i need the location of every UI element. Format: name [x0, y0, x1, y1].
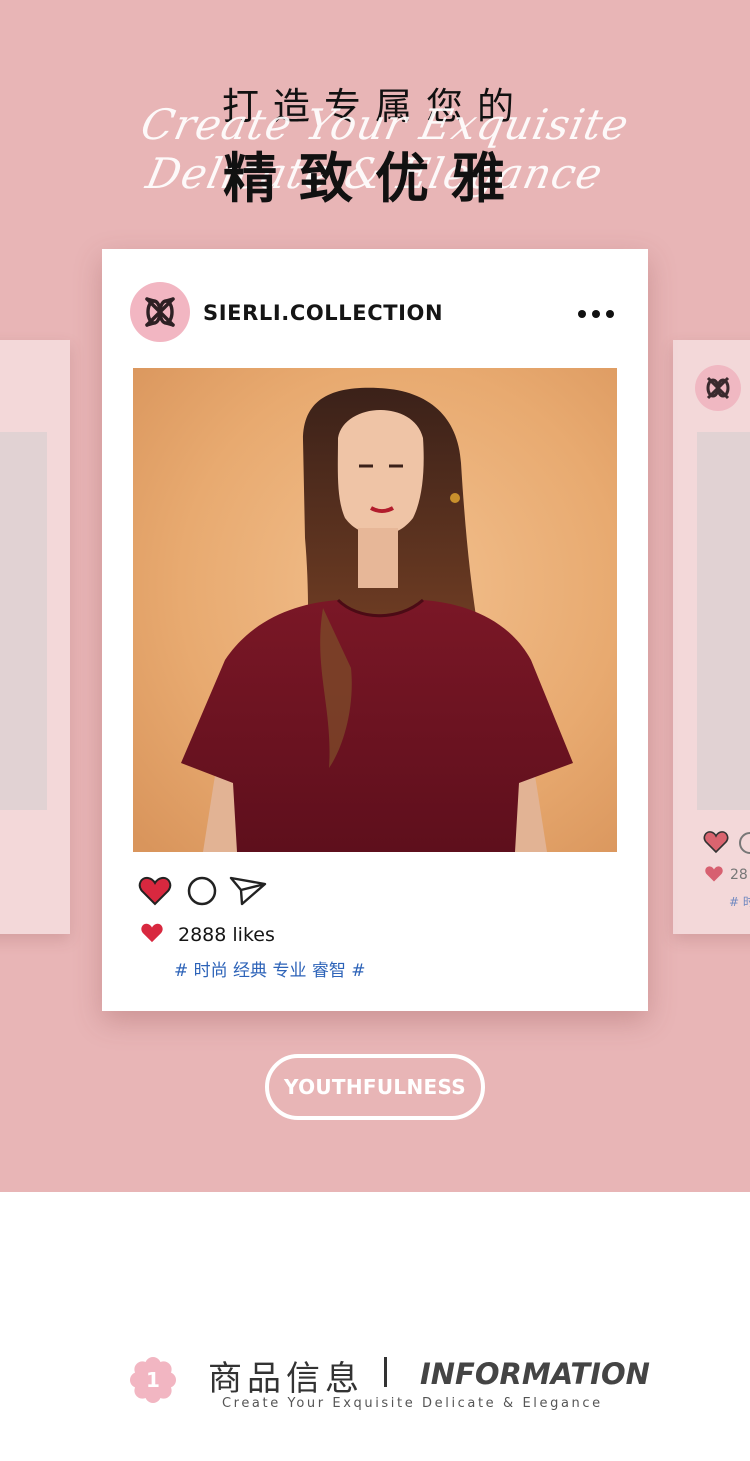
side-card-photo	[697, 432, 750, 810]
model-photo	[133, 368, 617, 852]
hashtags[interactable]: # 时	[729, 893, 750, 910]
post-username[interactable]: SIERLI.COLLECTION	[203, 301, 443, 325]
like-heart-icon	[705, 866, 723, 882]
hero-section: 打造专属您的 Create Your Exquisite Delicate & …	[0, 0, 750, 1192]
section-title-en: INFORMATION	[420, 1357, 650, 1391]
side-card-left[interactable]	[0, 340, 70, 934]
section-number-badge: 1	[130, 1357, 176, 1403]
post-actions	[138, 875, 278, 909]
like-heart-icon	[141, 923, 163, 943]
side-card-right[interactable]: 28 # 时	[673, 340, 750, 934]
post-photo	[133, 368, 617, 852]
brand-logo-icon	[706, 376, 730, 400]
avatar[interactable]	[130, 282, 190, 342]
likes-count: 2888 likes	[178, 924, 275, 946]
headline-main: 精致优雅	[223, 147, 527, 210]
send-icon[interactable]	[229, 876, 267, 906]
likes-count: 28	[730, 867, 748, 883]
comment-icon[interactable]	[739, 832, 750, 854]
post-card: SIERLI.COLLECTION 2888 likes # 时尚 经典 专业 …	[102, 249, 648, 1011]
heart-icon[interactable]	[138, 875, 172, 907]
section-number: 1	[146, 1368, 160, 1392]
comment-icon[interactable]	[187, 876, 217, 906]
brand-logo-icon	[145, 297, 175, 327]
title-divider	[384, 1357, 387, 1387]
side-card-photo	[0, 432, 47, 810]
section-title-cn: 商品信息	[208, 1359, 364, 1399]
section-subtitle: Create Your Exquisite Delicate & Eleganc…	[222, 1396, 603, 1411]
avatar	[695, 365, 741, 411]
heart-icon[interactable]	[703, 830, 729, 854]
youthfulness-button[interactable]: YOUTHFULNESS	[265, 1054, 485, 1120]
more-dots-icon[interactable]	[576, 309, 616, 319]
hashtags[interactable]: # 时尚 经典 专业 睿智 #	[174, 956, 366, 981]
